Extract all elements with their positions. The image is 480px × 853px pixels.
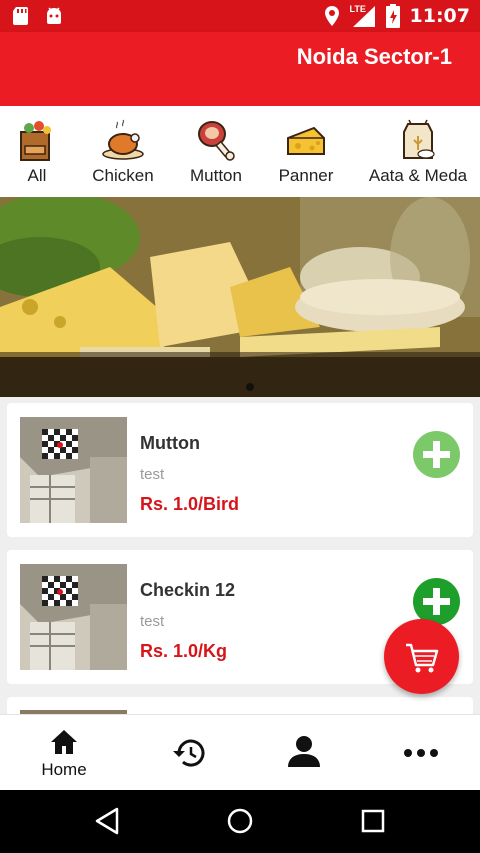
battery-icon — [385, 4, 400, 28]
product-description: test — [140, 613, 165, 630]
nav-home[interactable]: Home — [4, 715, 124, 791]
cheese-icon — [287, 126, 325, 155]
category-label: Mutton — [190, 166, 242, 185]
clock: 11:07 — [409, 5, 470, 27]
category-chicken[interactable]: Chicken — [90, 118, 156, 186]
profile-icon — [288, 736, 320, 767]
category-mutton[interactable]: Mutton — [186, 118, 246, 186]
meat-leg-icon — [198, 121, 235, 161]
location-icon — [324, 6, 339, 26]
signal-icon: LTE — [350, 4, 376, 28]
recents-icon[interactable] — [361, 809, 385, 833]
app-bar: Noida Sector-1 — [0, 32, 480, 106]
category-panner[interactable]: Panner — [278, 118, 334, 186]
nav-label: Home — [41, 760, 87, 779]
product-price: Rs. 1.0/Kg — [140, 641, 228, 661]
history-icon — [173, 739, 205, 767]
product-price: Rs. 1.0/Bird — [140, 494, 240, 514]
category-label: All — [27, 166, 47, 185]
nav-profile[interactable] — [244, 715, 364, 791]
carousel-dot-active[interactable] — [246, 383, 254, 391]
product-card[interactable]: Mutton test Rs. 1.0/Bird — [7, 403, 473, 537]
cheese-banner-image — [0, 197, 480, 397]
cart-button[interactable] — [384, 619, 459, 694]
category-aata-meda[interactable]: Aata & Meda — [368, 118, 468, 186]
more-icon — [404, 749, 438, 757]
category-bar: All Chicken Mutton Panner Aata & Meda — [0, 106, 480, 197]
flour-sack-icon — [403, 119, 435, 159]
product-name: Checkin 12 — [140, 580, 236, 600]
category-all[interactable]: All — [14, 118, 60, 186]
android-icon — [47, 7, 61, 24]
category-label: Aata & Meda — [368, 166, 468, 185]
back-icon[interactable] — [94, 807, 120, 835]
add-to-cart-button[interactable] — [413, 578, 460, 625]
promo-banner[interactable] — [0, 197, 480, 397]
status-bar: LTE 11:07 — [0, 0, 480, 32]
grocery-bag-icon — [20, 121, 51, 161]
product-name: Mutton — [140, 433, 200, 453]
bottom-navigation: Home — [0, 714, 480, 790]
plus-icon — [423, 441, 450, 468]
sd-card-icon — [13, 7, 28, 25]
product-description: test — [140, 466, 165, 483]
home-circle-icon[interactable] — [226, 807, 254, 835]
network-type: LTE — [349, 4, 366, 14]
roast-chicken-icon — [102, 119, 144, 160]
location-selector[interactable]: Noida Sector-1 — [297, 44, 452, 70]
system-navigation-bar — [0, 790, 480, 853]
category-label: Chicken — [92, 166, 154, 185]
shopping-cart-icon — [406, 643, 439, 673]
category-label: Panner — [278, 166, 334, 185]
nav-history[interactable] — [128, 715, 248, 791]
plus-icon — [423, 588, 450, 615]
nav-more[interactable] — [361, 715, 480, 791]
product-image — [20, 417, 127, 523]
add-to-cart-button[interactable] — [413, 431, 460, 478]
product-image — [20, 564, 127, 670]
home-icon — [51, 730, 77, 754]
